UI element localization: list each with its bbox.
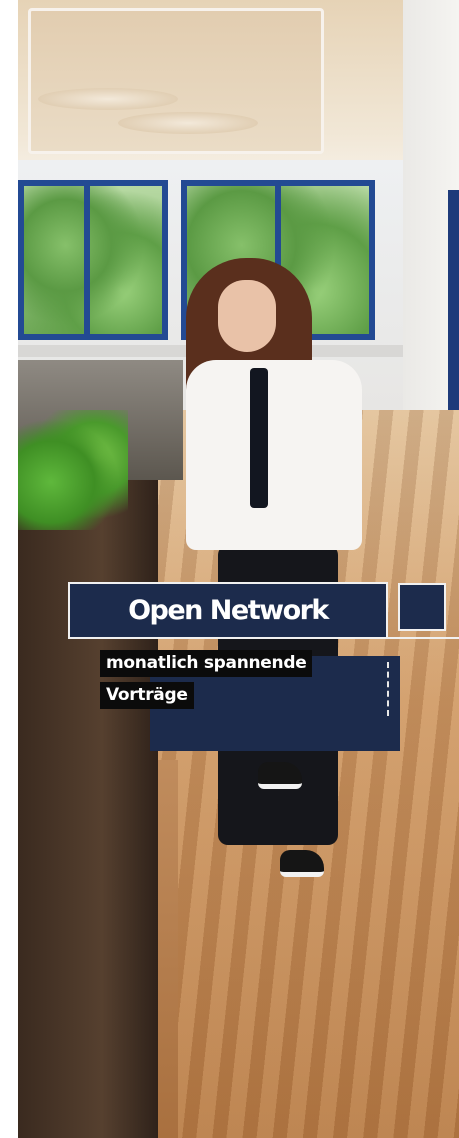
ceiling-light [118,112,258,134]
person-tie [250,368,268,508]
video-frame [18,0,459,1138]
title-underline [388,637,459,639]
person-shoe [280,850,324,877]
overlay-title: Open Network [128,595,329,626]
title-banner: Open Network [68,582,388,639]
ceiling-light [38,88,178,110]
person-blouse [186,360,362,550]
plant [18,410,128,530]
person-face [218,280,276,352]
accent-square [398,583,446,631]
window-left [18,180,168,340]
planter-box [18,480,158,1138]
subtitle-divider [387,662,389,716]
subtitle-line-1: monatlich spannende [100,650,313,677]
person-shoe [258,762,302,789]
subtitle-line-2: Vorträge [100,682,194,709]
